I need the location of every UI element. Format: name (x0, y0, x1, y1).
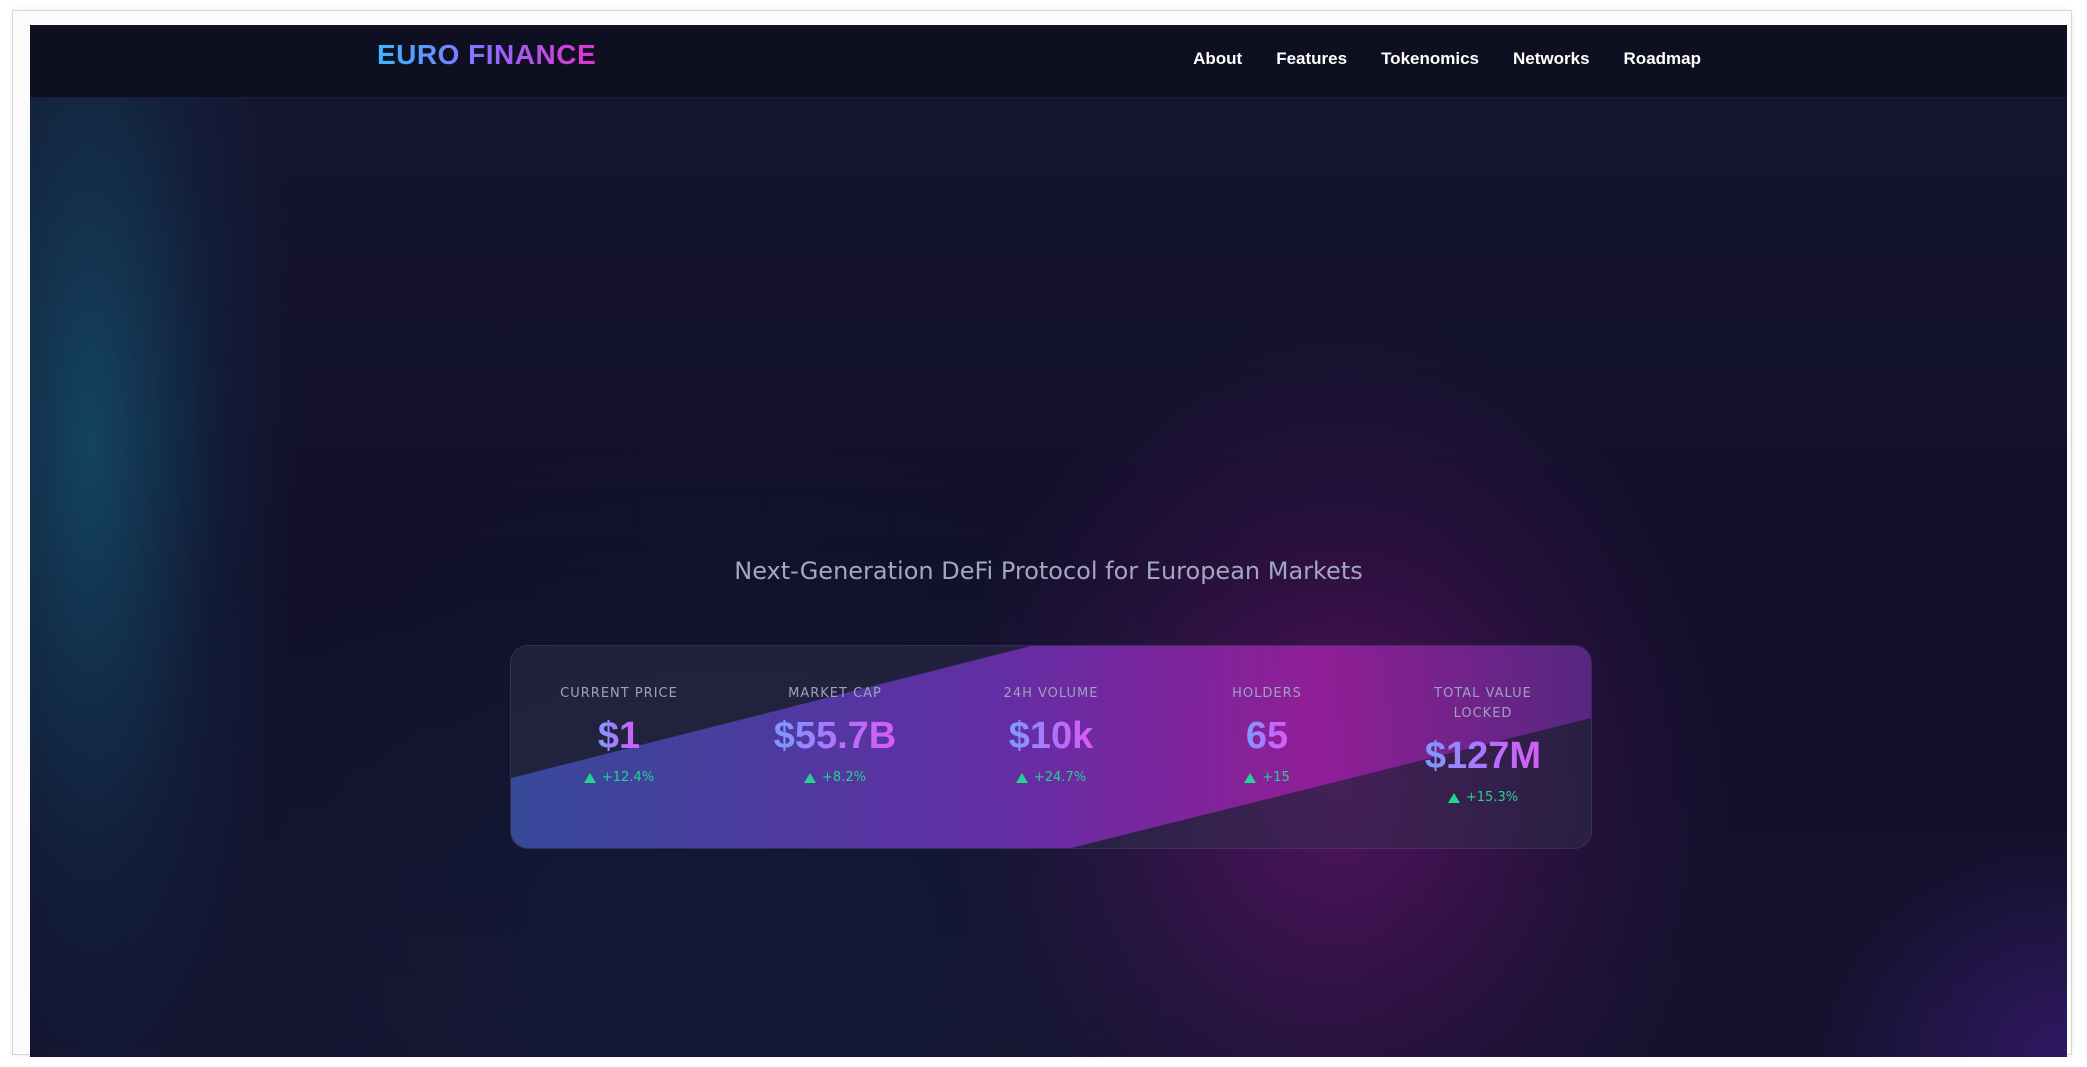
stat-value: $1 (597, 715, 641, 757)
stats-row: CURRENT PRICE $1 +12.4% MARKET CAP $55.7… (511, 646, 1591, 848)
stat-label: CURRENT PRICE (560, 686, 678, 701)
stat-value: $10k (1008, 715, 1094, 757)
stat-change-text: +15 (1262, 770, 1290, 785)
stat-24h-volume: 24H VOLUME $10k +24.7% (943, 646, 1159, 848)
stat-total-value-locked: TOTAL VALUE LOCKED $127M +15.3% (1375, 646, 1591, 848)
triangle-up-icon (1244, 772, 1257, 783)
stat-change-text: +8.2% (822, 770, 866, 785)
stats-card: CURRENT PRICE $1 +12.4% MARKET CAP $55.7… (510, 645, 1592, 849)
triangle-up-icon (583, 772, 596, 783)
hero-tagline: Next-Generation DeFi Protocol for Europe… (734, 557, 1363, 585)
nav-link-tokenomics[interactable]: Tokenomics (1381, 49, 1479, 69)
stat-label: MARKET CAP (788, 686, 882, 701)
triangle-up-icon (804, 772, 817, 783)
stat-value: $55.7B (773, 715, 897, 757)
navbar: EURO FINANCE About Features Tokenomics N… (30, 25, 2067, 98)
stat-change: +12.4% (583, 770, 655, 785)
stat-change: +15.3% (1447, 790, 1519, 805)
stat-change: +24.7% (1015, 770, 1087, 785)
page: EURO FINANCE About Features Tokenomics N… (30, 25, 2067, 1057)
stat-change: +8.2% (804, 770, 866, 785)
nav-link-features[interactable]: Features (1276, 49, 1347, 69)
stat-change-text: +15.3% (1465, 790, 1519, 805)
nav-link-about[interactable]: About (1193, 49, 1242, 69)
stat-label: TOTAL VALUE LOCKED (1434, 686, 1532, 721)
triangle-up-icon (1015, 772, 1028, 783)
brand-logo[interactable]: EURO FINANCE (377, 39, 596, 71)
stat-current-price: CURRENT PRICE $1 +12.4% (511, 646, 727, 848)
nav-links: About Features Tokenomics Networks Roadm… (1193, 49, 1701, 69)
nav-link-networks[interactable]: Networks (1513, 49, 1590, 69)
nav-link-roadmap[interactable]: Roadmap (1624, 49, 1701, 69)
triangle-up-icon (1447, 792, 1460, 803)
stat-change-text: +12.4% (601, 770, 655, 785)
stat-market-cap: MARKET CAP $55.7B +8.2% (727, 646, 943, 848)
stat-holders: HOLDERS 65 +15 (1159, 646, 1375, 848)
stat-value: $127M (1424, 735, 1542, 777)
stat-label: 24H VOLUME (1003, 686, 1099, 701)
stat-change: +15 (1244, 770, 1290, 785)
stat-label: HOLDERS (1232, 686, 1302, 701)
background-gradient (30, 25, 2067, 1057)
stat-value: 65 (1245, 715, 1289, 757)
stat-change-text: +24.7% (1033, 770, 1087, 785)
